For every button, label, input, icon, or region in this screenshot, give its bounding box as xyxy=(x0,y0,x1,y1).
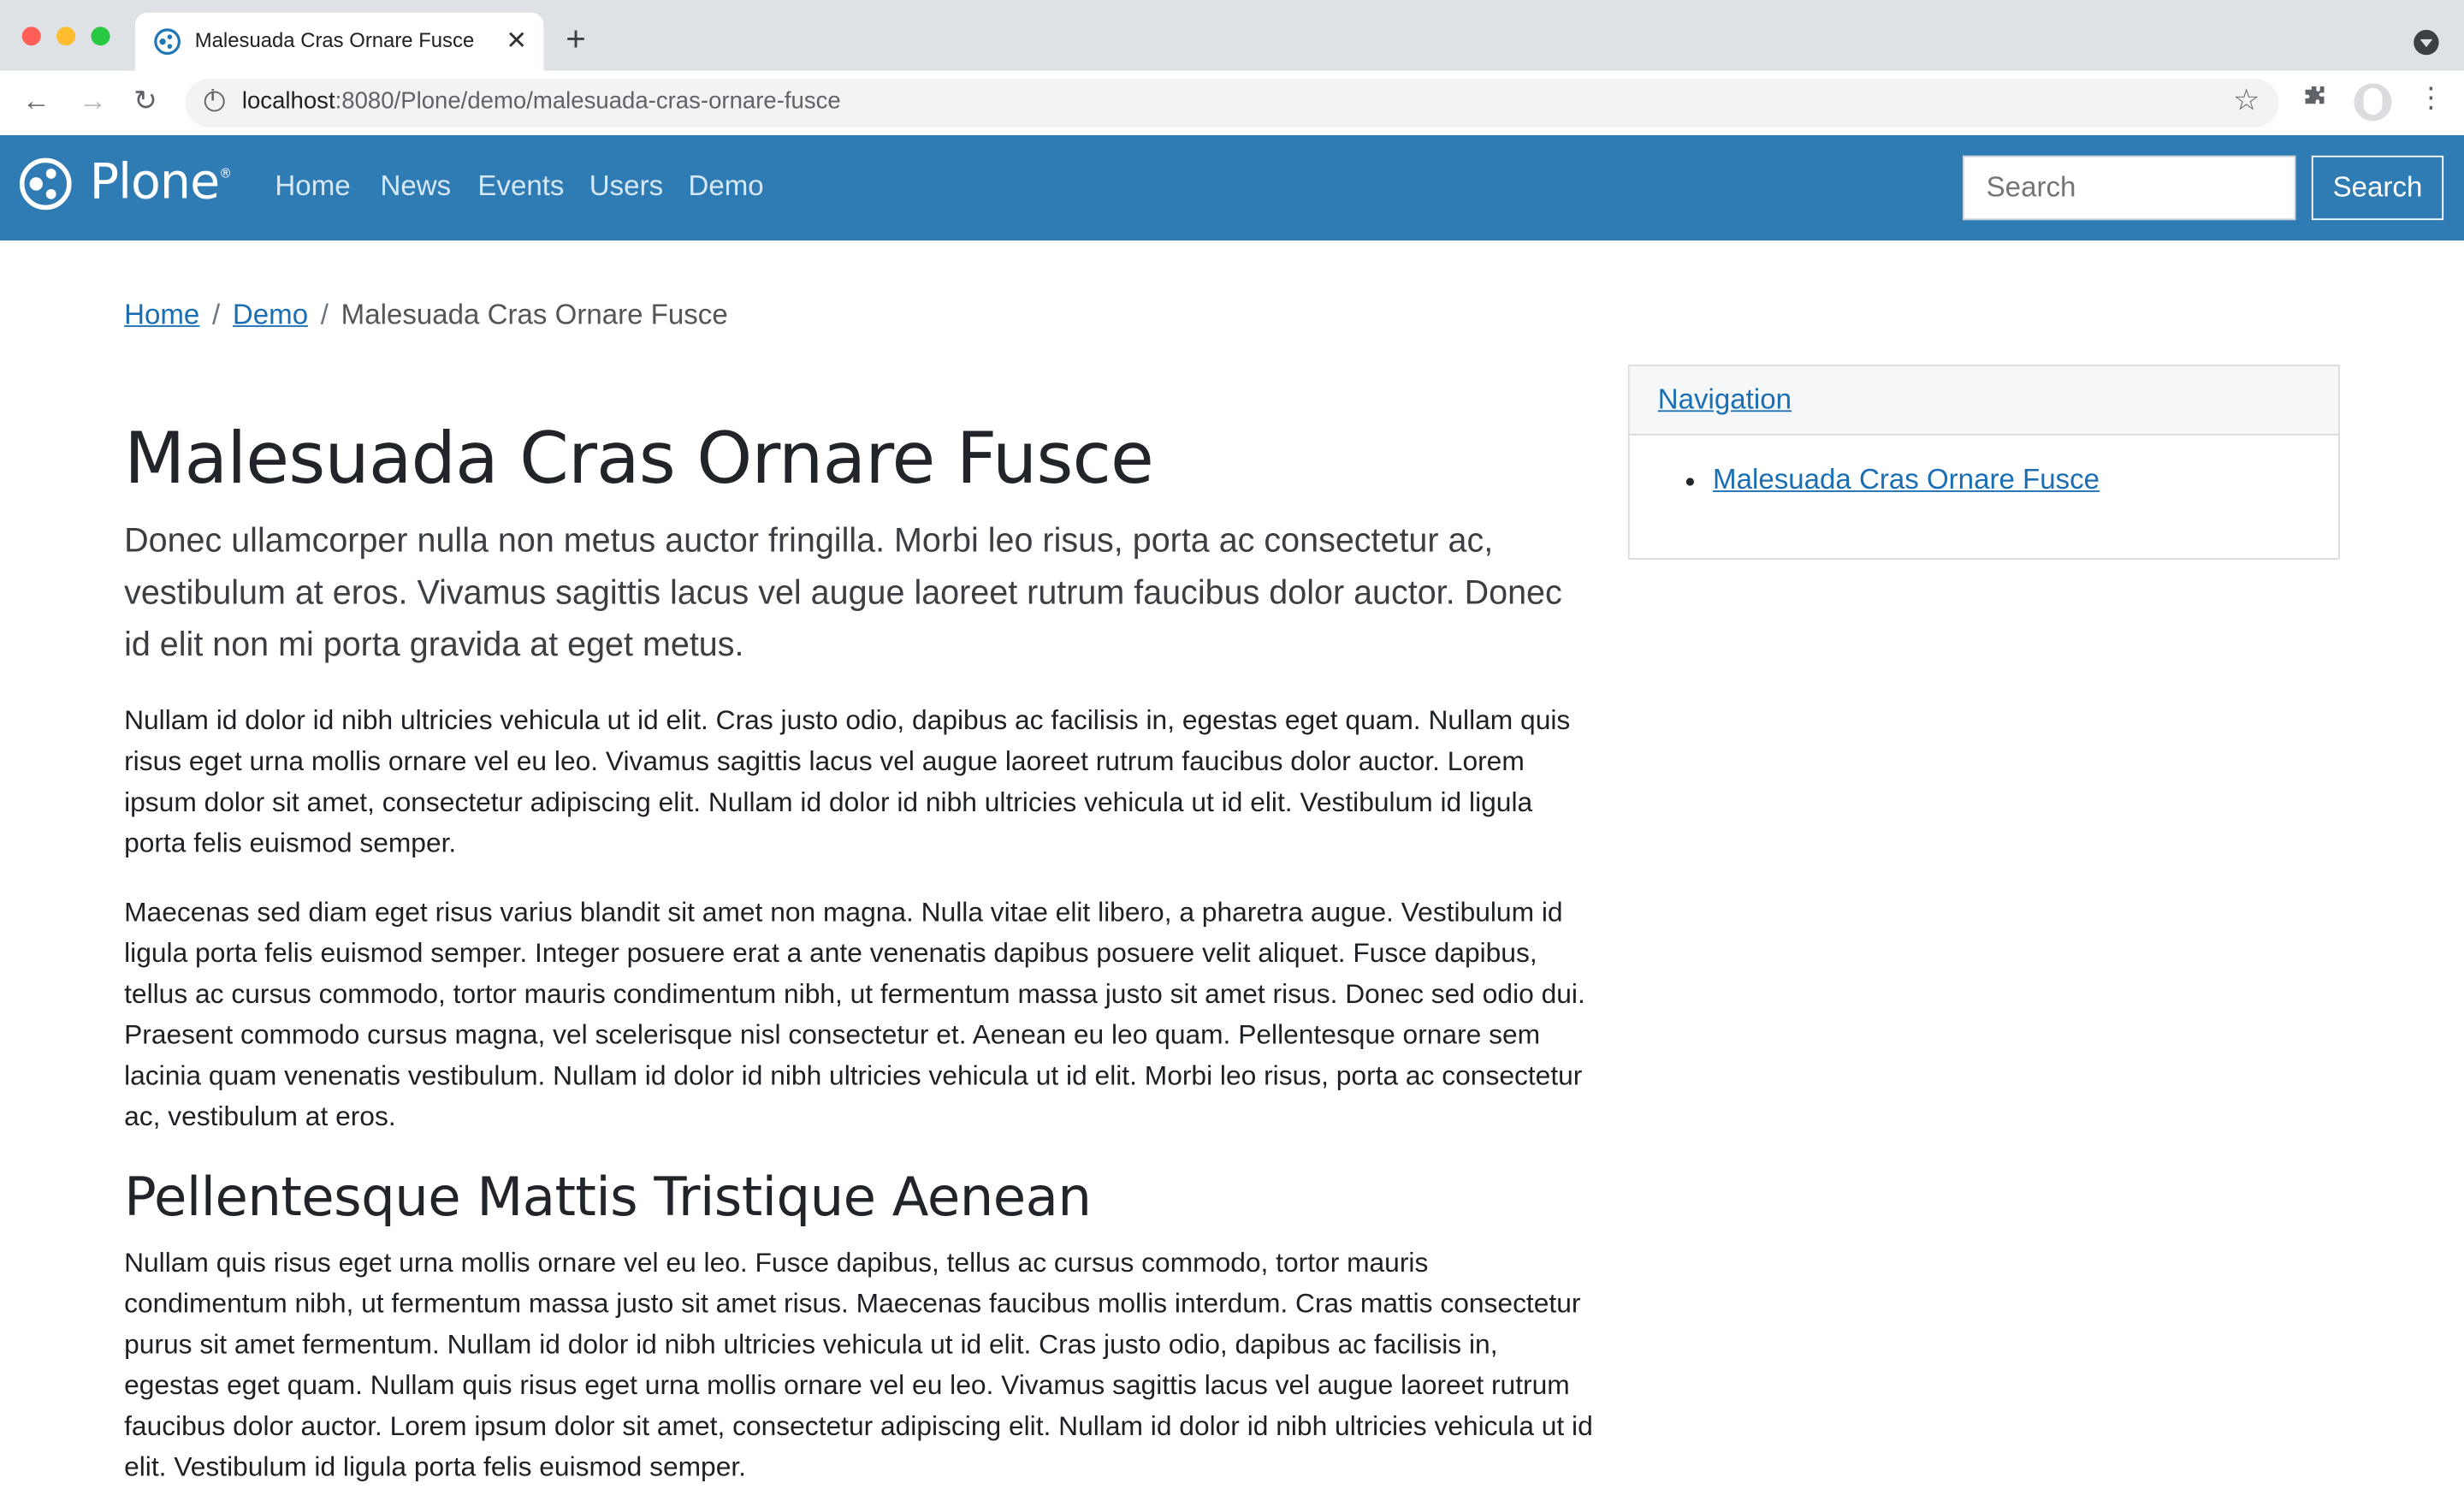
browser-tab-strip: Malesuada Cras Ornare Fusce ✕ + xyxy=(0,0,2464,71)
browser-tab[interactable]: Malesuada Cras Ornare Fusce ✕ xyxy=(134,12,544,71)
close-tab-icon[interactable]: ✕ xyxy=(506,25,527,56)
maximize-window-button[interactable] xyxy=(91,27,110,46)
close-window-button[interactable] xyxy=(21,27,41,46)
breadcrumb-separator: / xyxy=(211,298,221,330)
bookmark-star-icon[interactable]: ☆ xyxy=(2233,83,2260,119)
nav-item-home[interactable]: Home xyxy=(275,169,350,203)
search-input[interactable] xyxy=(1963,155,2296,221)
nav-item-users[interactable]: Users xyxy=(589,169,663,203)
search-button[interactable]: Search xyxy=(2311,155,2444,221)
breadcrumb-demo[interactable]: Demo xyxy=(233,299,308,330)
reload-icon[interactable]: ↻ xyxy=(133,85,157,116)
portlet-item-link[interactable]: Malesuada Cras Ornare Fusce xyxy=(1713,464,2100,495)
section-heading: Pellentesque Mattis Tristique Aenean xyxy=(124,1166,1092,1230)
back-arrow-icon[interactable]: ← xyxy=(22,85,50,116)
logo-text: Plone® xyxy=(89,154,232,211)
forward-arrow-icon[interactable]: → xyxy=(79,85,107,116)
portlet-list: Malesuada Cras Ornare Fusce xyxy=(1630,464,2338,497)
nav-item-demo[interactable]: Demo xyxy=(688,169,763,203)
breadcrumb-current: Malesuada Cras Ornare Fusce xyxy=(341,298,728,330)
nav-item-events[interactable]: Events xyxy=(477,169,564,203)
url-text[interactable]: localhost:8080/Plone/demo/malesuada-cras… xyxy=(242,88,841,115)
body-paragraph: Maecenas sed diam eget risus varius blan… xyxy=(124,895,1585,1132)
extensions-puzzle-icon[interactable] xyxy=(2302,85,2327,110)
nav-item-news[interactable]: News xyxy=(380,169,451,203)
logo-wordmark: Plone xyxy=(89,154,220,211)
portlet-header-link[interactable]: Navigation xyxy=(1658,383,1792,415)
new-tab-icon[interactable]: + xyxy=(566,21,586,56)
breadcrumb-separator: / xyxy=(320,298,329,330)
tab-search-icon[interactable] xyxy=(2414,29,2439,56)
main-content: Malesuada Cras Ornare Fusce Donec ullamc… xyxy=(124,409,1593,1487)
navigation-portlet: Navigation Malesuada Cras Ornare Fusce xyxy=(1627,365,2340,560)
url-host: localhost xyxy=(241,87,335,116)
portlet-header: Navigation xyxy=(1629,365,2339,436)
plone-logo-icon xyxy=(19,157,72,211)
page-title: Malesuada Cras Ornare Fusce xyxy=(124,416,1154,501)
address-bar[interactable]: localhost:8080/Plone/demo/malesuada-cras… xyxy=(185,78,2279,128)
url-path: :8080/Plone/demo/malesuada-cras-ornare-f… xyxy=(335,87,841,116)
body-paragraph: Nullam quis risus eget urna mollis ornar… xyxy=(124,1246,1593,1483)
site-header: Plone® Home News Events Users Demo Searc… xyxy=(0,134,2464,241)
page: Malesuada Cras Ornare Fusce ✕ + ← → ↻ lo… xyxy=(0,0,2464,1507)
profile-avatar-icon[interactable] xyxy=(2354,83,2392,122)
body-paragraph: Nullam id dolor id nibh ultricies vehicu… xyxy=(124,703,1571,858)
browser-toolbar: ← → ↻ localhost:8080/Plone/demo/malesuad… xyxy=(0,70,2464,137)
minimize-window-button[interactable] xyxy=(56,27,76,46)
browser-menu-icon[interactable]: ⋮ xyxy=(2417,83,2445,111)
breadcrumb: Home / Demo / Malesuada Cras Ornare Fusce xyxy=(124,299,728,332)
plone-favicon-icon xyxy=(154,28,181,56)
breadcrumb-home[interactable]: Home xyxy=(124,299,199,330)
lead-description: Donec ullamcorper nulla non metus auctor… xyxy=(124,521,1562,664)
site-info-icon[interactable] xyxy=(204,88,225,112)
list-item: Malesuada Cras Ornare Fusce xyxy=(1713,464,2338,497)
tab-title: Malesuada Cras Ornare Fusce xyxy=(194,28,475,52)
